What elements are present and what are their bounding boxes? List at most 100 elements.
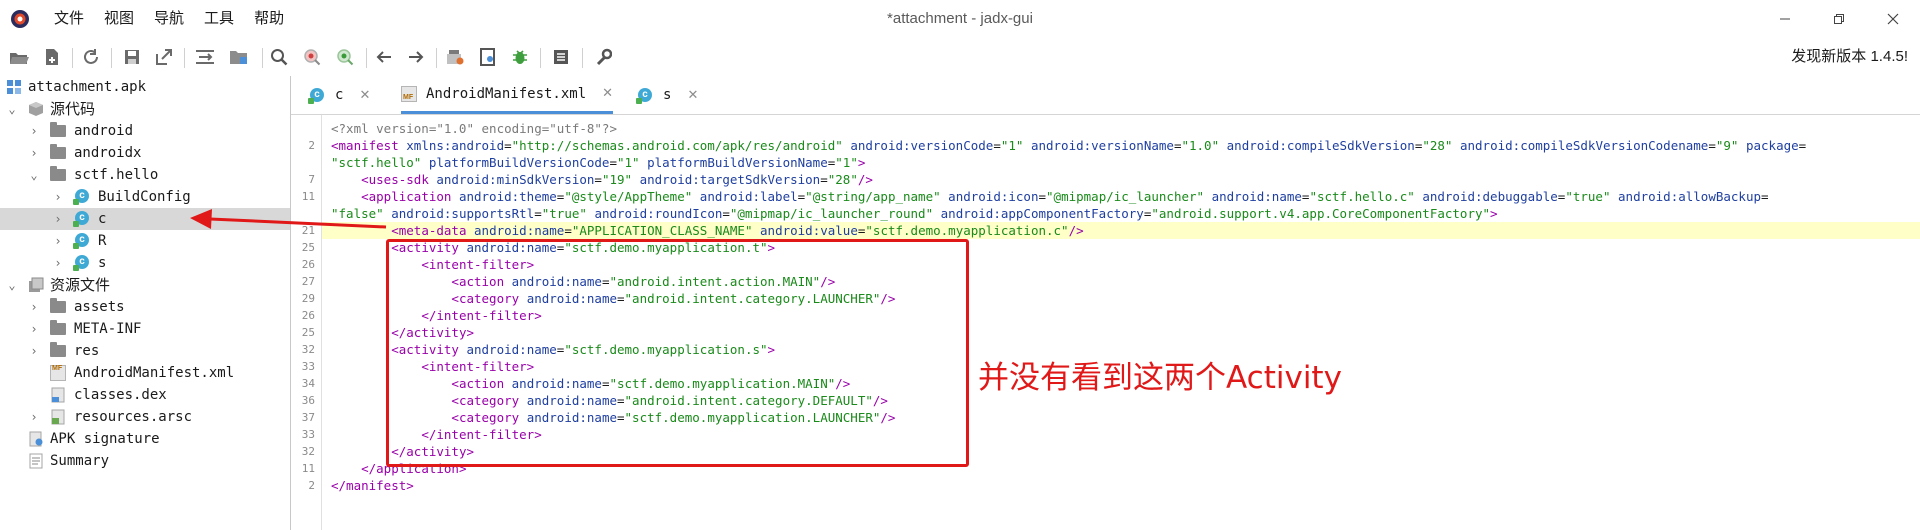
tree-item-label: assets — [74, 299, 125, 315]
tab-c[interactable]: c c ✕ — [308, 76, 370, 114]
settings-icon[interactable] — [592, 46, 614, 68]
chevron-down-icon[interactable]: ⌄ — [6, 274, 18, 296]
tree-item-label: Summary — [50, 453, 110, 469]
arsc-icon — [51, 409, 65, 425]
tree-item-apk[interactable]: attachment.apk — [0, 76, 290, 98]
dex-icon — [51, 387, 65, 403]
chevron-right-icon[interactable]: › — [28, 296, 40, 318]
menu-file[interactable]: 文件 — [44, 0, 94, 38]
editor-tab-bar: c c ✕ MF AndroidManifest.xml ✕ c s ✕ — [291, 76, 1920, 115]
maximize-button[interactable] — [1816, 0, 1862, 38]
line-number: 33 — [301, 428, 315, 441]
update-notice[interactable]: 发现新版本 1.4.5! — [1791, 38, 1908, 76]
tree-item-folder-res[interactable]: › res — [0, 340, 290, 362]
forward-icon[interactable] — [405, 46, 427, 68]
tree-item-apk-signature[interactable]: APK signature — [0, 428, 290, 450]
chevron-right-icon[interactable]: › — [52, 230, 64, 252]
tree-item-source[interactable]: ⌄ 源代码 — [0, 98, 290, 120]
tab-label: s — [663, 87, 672, 103]
toolbar-separator — [540, 48, 541, 68]
close-tab-icon[interactable]: ✕ — [687, 88, 698, 103]
export-icon[interactable] — [153, 46, 175, 68]
tab-android-manifest[interactable]: MF AndroidManifest.xml ✕ — [401, 76, 614, 114]
close-icon — [1887, 13, 1899, 25]
line-number: 11 — [301, 462, 315, 475]
back-icon[interactable] — [373, 46, 395, 68]
chevron-right-icon[interactable]: › — [52, 208, 64, 230]
find-class-icon[interactable] — [301, 46, 323, 68]
jadx-logo-icon — [11, 10, 29, 28]
chevron-right-icon[interactable]: › — [28, 406, 40, 428]
chevron-right-icon[interactable]: › — [52, 252, 64, 274]
menu-help[interactable]: 帮助 — [244, 0, 294, 38]
annotation-box — [386, 239, 969, 467]
reload-icon[interactable] — [80, 46, 102, 68]
tree-item-label: androidx — [74, 145, 142, 161]
source-icon — [29, 102, 43, 116]
close-tab-icon[interactable]: ✕ — [359, 88, 370, 103]
tree-item-package-android[interactable]: › android — [0, 120, 290, 142]
search-icon[interactable] — [268, 46, 290, 68]
resources-icon — [29, 277, 44, 292]
tab-s[interactable]: c s ✕ — [636, 76, 698, 114]
apk-icon — [7, 80, 21, 94]
menu-tools[interactable]: 工具 — [194, 0, 244, 38]
line-number: 33 — [301, 360, 315, 373]
tree-item-package-androidx[interactable]: › androidx — [0, 142, 290, 164]
menu-navigation[interactable]: 导航 — [144, 0, 194, 38]
tree-item-class-buildconfig[interactable]: › c BuildConfig — [0, 186, 290, 208]
open-file-icon[interactable] — [8, 46, 30, 68]
tree-item-folder-meta-inf[interactable]: › META-INF — [0, 318, 290, 340]
debug-icon[interactable] — [509, 46, 531, 68]
tree-item-package-sctf-hello[interactable]: ⌄ sctf.hello — [0, 164, 290, 186]
line-number: 37 — [301, 411, 315, 424]
tree-item-classes-dex[interactable]: classes.dex — [0, 384, 290, 406]
close-window-button[interactable] — [1870, 0, 1916, 38]
title-bar: 文件 视图 导航 工具 帮助 *attachment - jadx-gui — [0, 0, 1920, 38]
chevron-down-icon[interactable]: ⌄ — [28, 164, 40, 186]
chevron-right-icon[interactable]: › — [52, 186, 64, 208]
chevron-right-icon[interactable]: › — [28, 120, 40, 142]
tree-item-class-s[interactable]: › c s — [0, 252, 290, 274]
line-number: 36 — [301, 394, 315, 407]
tree-item-resources[interactable]: ⌄ 资源文件 — [0, 274, 290, 296]
code-line: "false" android:supportsRtl="true" andro… — [331, 206, 1498, 221]
tab-label: AndroidManifest.xml — [426, 85, 587, 102]
code-line: "sctf.hello" platformBuildVersionCode="1… — [331, 155, 866, 170]
tree-item-folder-assets[interactable]: › assets — [0, 296, 290, 318]
tree-item-label: resources.arsc — [74, 409, 193, 425]
tree-item-summary[interactable]: Summary — [0, 450, 290, 472]
log-icon[interactable] — [550, 46, 572, 68]
tree-item-class-r[interactable]: › c R — [0, 230, 290, 252]
sync-tree-icon[interactable] — [194, 46, 216, 68]
tree-item-label: attachment.apk — [28, 79, 147, 95]
tree-item-android-manifest[interactable]: MF AndroidManifest.xml — [0, 362, 290, 384]
tree-item-class-c[interactable]: › c c — [0, 208, 290, 230]
decompile-icon[interactable] — [477, 46, 499, 68]
find-usage-icon[interactable] — [334, 46, 356, 68]
tab-label: c — [335, 87, 344, 103]
line-number: 34 — [301, 377, 315, 390]
close-tab-icon[interactable]: ✕ — [602, 86, 613, 101]
deobfuscation-icon[interactable] — [444, 46, 466, 68]
save-icon[interactable] — [121, 46, 143, 68]
flatten-packages-icon[interactable] — [228, 46, 250, 68]
tree-item-resources-arsc[interactable]: › resources.arsc — [0, 406, 290, 428]
line-number: 32 — [301, 445, 315, 458]
line-number: 27 — [301, 275, 315, 288]
minimize-button[interactable] — [1762, 0, 1808, 38]
chevron-right-icon[interactable]: › — [28, 340, 40, 362]
toolbar-separator — [366, 48, 367, 68]
tree-item-label: c — [98, 211, 107, 227]
chevron-right-icon[interactable]: › — [28, 142, 40, 164]
toolbar-separator — [72, 48, 73, 68]
toolbar-separator — [111, 48, 112, 68]
restore-icon — [1834, 14, 1844, 24]
chevron-right-icon[interactable]: › — [28, 318, 40, 340]
code-line: </manifest> — [331, 478, 414, 493]
project-tree: attachment.apk ⌄ 源代码 › android › android… — [0, 76, 291, 530]
manifest-icon: MF — [401, 86, 417, 102]
add-file-icon[interactable] — [41, 46, 63, 68]
menu-view[interactable]: 视图 — [94, 0, 144, 38]
chevron-down-icon[interactable]: ⌄ — [6, 98, 18, 120]
